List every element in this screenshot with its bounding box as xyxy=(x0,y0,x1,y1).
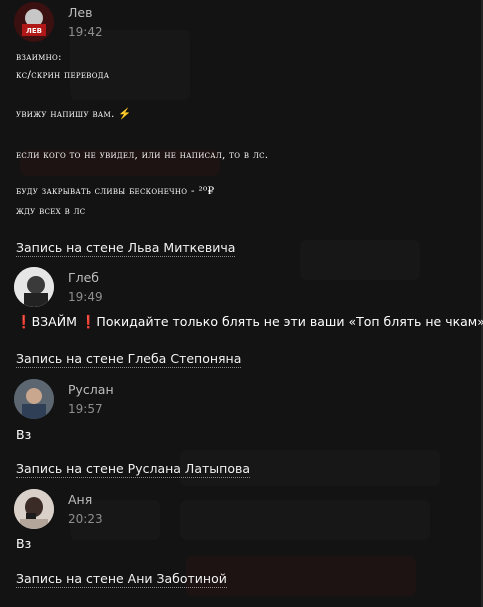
wall-post-link[interactable]: Запись на стене Глеба Степоняна xyxy=(16,351,242,368)
author-name[interactable]: Руслан xyxy=(68,382,114,397)
wall-post-link[interactable]: Запись на стене Руслана Латыпова xyxy=(16,461,250,478)
avatar[interactable]: ЛЕВ xyxy=(14,2,54,42)
post-line: жду всех в лс xyxy=(16,205,86,217)
author-name[interactable]: Аня xyxy=(68,492,92,507)
post-line-text: увижу напишу вам. xyxy=(16,108,115,120)
post-line: буду закрывать сливы бесконечно - ²⁰₽ xyxy=(16,185,215,197)
avatar-image xyxy=(14,489,54,529)
exclamation-icon: ❗ xyxy=(16,314,32,329)
post-text-rest: Покидайте только блять не эти ваши «Топ … xyxy=(96,314,483,329)
post-line: увижу напишу вам. ⚡ xyxy=(16,107,132,120)
post-text: Вз xyxy=(16,427,32,442)
post-time[interactable]: 19:57 xyxy=(68,402,103,416)
post-text: ❗ВЗАЙМ ❗Покидайте только блять не эти ва… xyxy=(16,314,483,330)
post-time[interactable]: 19:42 xyxy=(68,25,103,39)
post-time[interactable]: 20:23 xyxy=(68,512,103,526)
post-time[interactable]: 19:49 xyxy=(68,290,103,304)
wall-post-link[interactable]: Запись на стене Ани Заботиной xyxy=(16,571,227,588)
post-text: Вз xyxy=(16,536,32,551)
post-keyword: ВЗАЙМ xyxy=(31,314,77,329)
post-line: кс/скрин перевода xyxy=(16,69,110,81)
avatar-image xyxy=(14,267,54,307)
exclamation-icon: ❗ xyxy=(80,314,97,329)
wall-post-link[interactable]: Запись на стене Льва Миткевича xyxy=(16,240,236,257)
avatar[interactable] xyxy=(14,489,54,529)
wall-feed: ЛЕВ Лев 19:42 взаимно: кс/скрин перевода… xyxy=(0,0,483,607)
avatar[interactable] xyxy=(14,379,54,419)
author-name[interactable]: Глеб xyxy=(68,270,99,285)
post-line: если кого то не увидел, или не написал, … xyxy=(16,149,269,161)
lightning-icon: ⚡ xyxy=(118,108,132,120)
post-line: взаимно: xyxy=(16,51,62,63)
avatar[interactable] xyxy=(14,267,54,307)
author-name[interactable]: Лев xyxy=(68,5,92,20)
avatar-image: ЛЕВ xyxy=(14,2,54,42)
avatar-image xyxy=(14,379,54,419)
avatar-badge: ЛЕВ xyxy=(26,27,42,35)
